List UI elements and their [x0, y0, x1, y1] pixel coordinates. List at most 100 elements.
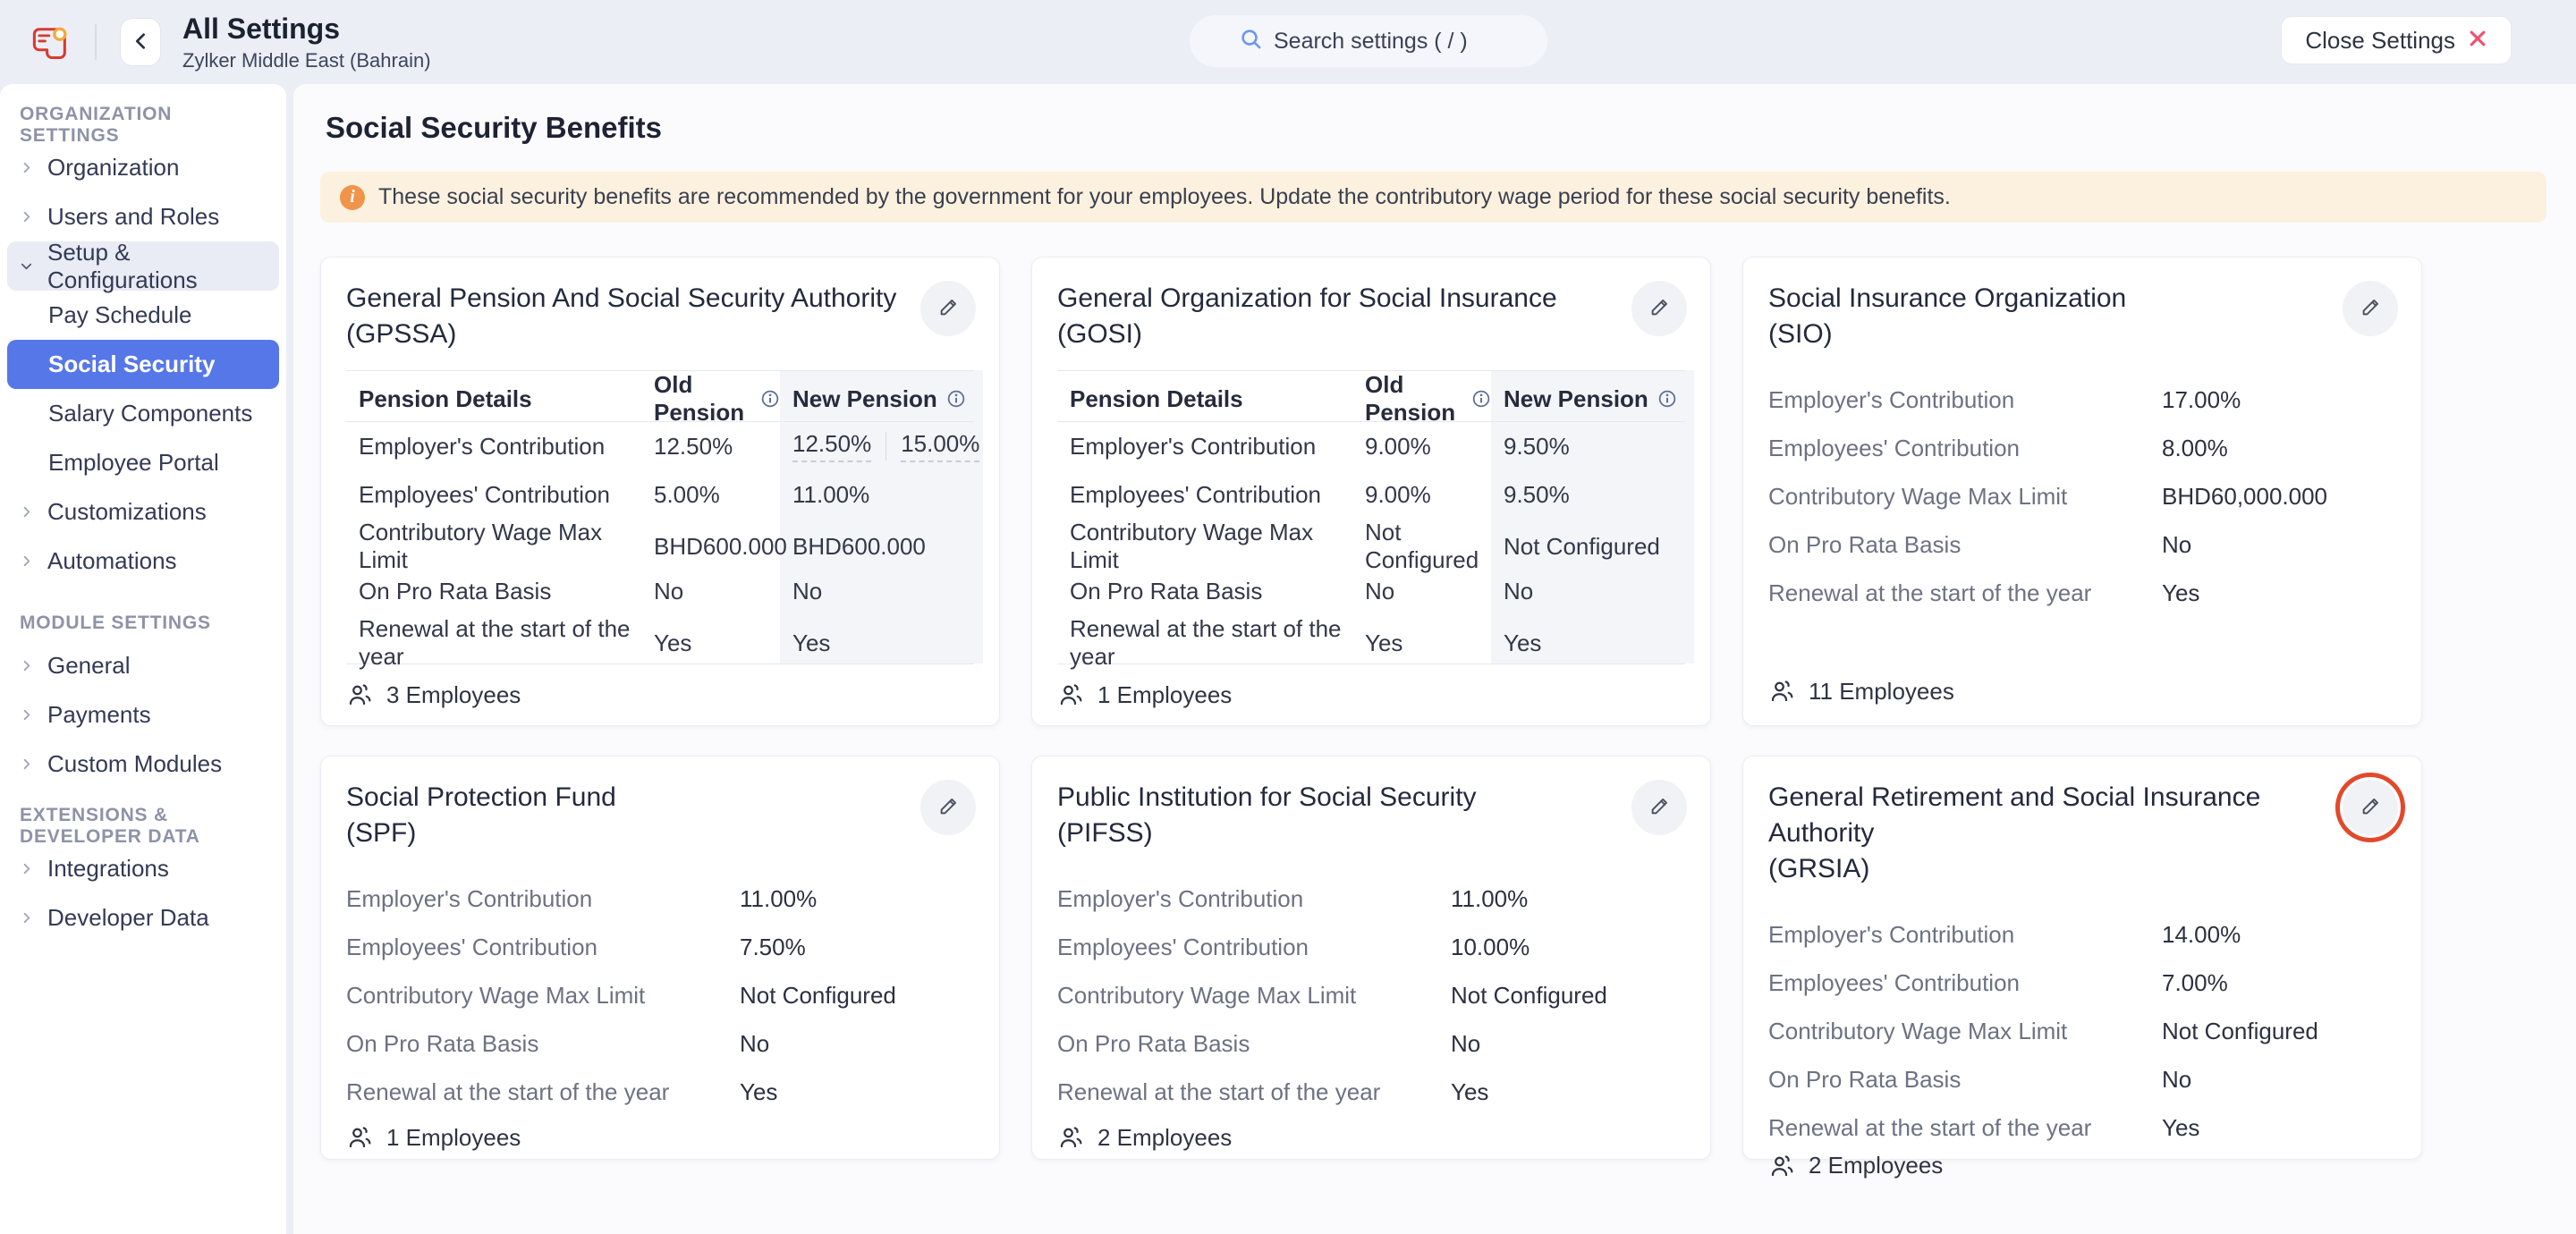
- pension-table: Pension Details Old Pension New Pension …: [346, 370, 974, 663]
- back-button[interactable]: [120, 18, 161, 66]
- row-label: On Pro Rata Basis: [1768, 1066, 2162, 1094]
- employees-icon: [346, 1124, 373, 1151]
- row-label: Renewal at the start of the year: [346, 615, 641, 671]
- sidebar-item-setup-configurations[interactable]: Setup & Configurations: [7, 241, 279, 291]
- detail-row: Contributory Wage Max LimitNot Configure…: [1057, 971, 1685, 1019]
- sidebar-item-developer-data[interactable]: Developer Data: [7, 893, 279, 942]
- card-title-line2: (GPSSA): [346, 319, 456, 349]
- search-input[interactable]: [1274, 29, 1497, 55]
- detail-row: Renewal at the start of the yearYes: [346, 1068, 974, 1116]
- card-footer: 11 Employees: [1768, 657, 2396, 725]
- row-label: Contributory Wage Max Limit: [1768, 483, 2162, 511]
- sidebar-item-pay-schedule[interactable]: Pay Schedule: [7, 291, 279, 340]
- column-header: Old Pension: [1352, 371, 1491, 427]
- table-row: Renewal at the start of the year Yes Yes: [1057, 615, 1685, 663]
- row-label: Employer's Contribution: [346, 433, 641, 461]
- sidebar-item-payments[interactable]: Payments: [7, 690, 279, 740]
- row-label: Renewal at the start of the year: [1768, 1114, 2162, 1142]
- pencil-icon: [2359, 794, 2383, 821]
- info-banner: i These social security benefits are rec…: [320, 172, 2546, 223]
- employees-count: 2 Employees: [1097, 1124, 1232, 1152]
- sidebar-item-integrations[interactable]: Integrations: [7, 844, 279, 893]
- detail-row: Employer's Contribution17.00%: [1768, 376, 2396, 424]
- sidebar-item-organization[interactable]: Organization: [7, 143, 279, 192]
- info-icon[interactable]: [760, 389, 780, 409]
- employees-count: 1 Employees: [1097, 681, 1232, 709]
- sidebar-item-label: Pay Schedule: [48, 301, 191, 329]
- chevron-right-icon: [20, 210, 33, 224]
- edit-button[interactable]: [2343, 281, 2398, 336]
- row-value: 11.00%: [740, 885, 974, 913]
- edit-button-highlighted[interactable]: [2343, 780, 2398, 835]
- row-label: Employer's Contribution: [1768, 386, 2162, 414]
- employees-icon: [1768, 1153, 1795, 1179]
- benefit-card-gosi: General Organization for Social Insuranc…: [1031, 257, 1711, 726]
- sidebar-item-custom-modules[interactable]: Custom Modules: [7, 740, 279, 789]
- edit-button[interactable]: [1631, 780, 1687, 835]
- sidebar-item-general[interactable]: General: [7, 641, 279, 690]
- sidebar-item-employee-portal[interactable]: Employee Portal: [7, 438, 279, 487]
- detail-row: Employees' Contribution8.00%: [1768, 424, 2396, 472]
- info-icon[interactable]: [1657, 389, 1677, 409]
- row-label: Employer's Contribution: [1768, 921, 2162, 949]
- sidebar-item-label: Payments: [47, 701, 151, 729]
- sidebar-item-social-security[interactable]: Social Security: [7, 340, 279, 389]
- sidebar-item-label: Setup & Configurations: [47, 239, 267, 294]
- sidebar-item-label: Social Security: [48, 351, 215, 378]
- info-icon[interactable]: [946, 389, 966, 409]
- chevron-right-icon: [20, 659, 33, 672]
- card-title-line2: (SIO): [1768, 319, 1833, 349]
- close-settings-button[interactable]: Close Settings: [2281, 16, 2512, 64]
- card-footer: 3 Employees: [346, 663, 974, 725]
- page-title: Social Security Benefits: [326, 111, 2546, 145]
- info-icon[interactable]: [1471, 389, 1491, 409]
- sidebar-item-label: Employee Portal: [48, 449, 219, 477]
- column-header: Pension Details: [1057, 385, 1352, 413]
- employees-count: 11 Employees: [1809, 678, 1954, 706]
- edit-button[interactable]: [920, 281, 976, 336]
- row-label: Employees' Contribution: [1768, 969, 2162, 997]
- sidebar-item-salary-components[interactable]: Salary Components: [7, 389, 279, 438]
- new-pension-value-a[interactable]: 12.50%: [792, 430, 871, 462]
- sidebar-item-automations[interactable]: Automations: [7, 537, 279, 586]
- sidebar-item-label: Integrations: [47, 855, 169, 883]
- sidebar-section-heading: MODULE SETTINGS: [7, 605, 279, 641]
- row-value: Not Configured: [740, 982, 974, 1010]
- detail-row: On Pro Rata BasisNo: [1768, 520, 2396, 569]
- row-label: Contributory Wage Max Limit: [1768, 1018, 2162, 1045]
- edit-button[interactable]: [1631, 281, 1687, 336]
- row-label: Employees' Contribution: [1057, 934, 1451, 961]
- search-settings-box[interactable]: [1190, 15, 1547, 67]
- benefit-card-grsia: General Retirement and Social Insurance …: [1742, 756, 2422, 1160]
- new-pension-value: Not Configured: [1491, 533, 1685, 561]
- new-pension-value: 11.00%: [780, 481, 974, 509]
- sidebar-item-users-and-roles[interactable]: Users and Roles: [7, 192, 279, 241]
- sidebar-item-label: Developer Data: [47, 904, 209, 932]
- sidebar-item-customizations[interactable]: Customizations: [7, 487, 279, 537]
- card-footer: 1 Employees: [1057, 663, 1685, 725]
- main-content: Social Security Benefits i These social …: [293, 84, 2576, 1234]
- row-value: Yes: [2162, 1114, 2396, 1142]
- old-pension-value: 12.50%: [641, 433, 780, 461]
- employees-icon: [1057, 681, 1084, 708]
- card-title: Social Protection Fund (SPF): [346, 780, 901, 851]
- pencil-icon: [936, 794, 961, 821]
- edit-button[interactable]: [920, 780, 976, 835]
- row-value: 7.00%: [2162, 969, 2396, 997]
- chevron-right-icon: [20, 505, 33, 519]
- row-label: Contributory Wage Max Limit: [1057, 519, 1352, 574]
- card-footer: 1 Employees: [346, 1116, 974, 1159]
- card-footer: 2 Employees: [1768, 1152, 2396, 1179]
- employees-icon: [346, 681, 373, 708]
- new-pension-value: 9.50%: [1491, 481, 1685, 509]
- pencil-icon: [1648, 794, 1672, 821]
- row-label: Contributory Wage Max Limit: [346, 519, 641, 574]
- new-pension-value-b[interactable]: 15.00%: [901, 430, 979, 462]
- old-pension-value: Yes: [641, 630, 780, 657]
- info-icon: i: [340, 185, 365, 210]
- row-value: Not Configured: [1451, 982, 1685, 1010]
- row-label: Renewal at the start of the year: [1057, 1078, 1451, 1106]
- pencil-icon: [936, 295, 961, 322]
- row-label: Renewal at the start of the year: [346, 1078, 740, 1106]
- detail-row: Employer's Contribution11.00%: [1057, 875, 1685, 923]
